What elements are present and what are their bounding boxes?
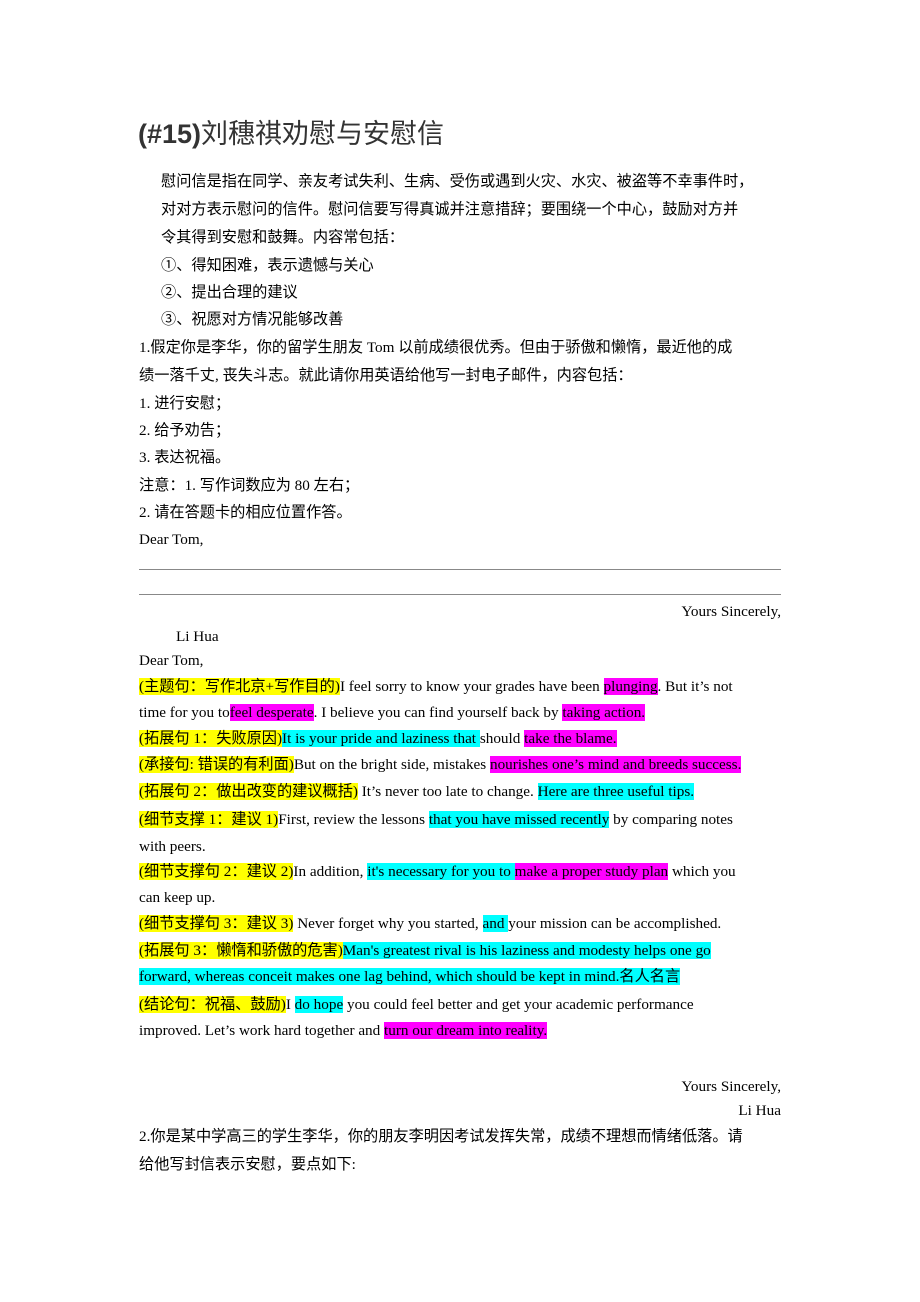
task1-line: 3. 表达祝福。 — [139, 449, 231, 466]
intro-point: ③、祝愿对方情况能够改善 — [161, 311, 344, 328]
task1-line: 1.假定你是李华，你的留学生朋友 Tom 以前成绩很优秀。但由于骄傲和懒惰，最近… — [139, 339, 733, 356]
annotation-label: (拓展句 3：懒惰和骄傲的危害) — [139, 942, 343, 959]
highlight-magenta: take the blame. — [524, 730, 617, 747]
sample-line: (细节支撑句 3：建议 3) Never forget why you star… — [139, 914, 721, 934]
sample-line: with peers. — [139, 837, 206, 857]
sample-line: (拓展句 1：失败原因)It is your pride and lazines… — [139, 729, 617, 749]
sample-line: (主题句：写作北京+写作目的)I feel sorry to know your… — [139, 677, 733, 697]
title-text: 刘穗祺劝慰与安慰信 — [201, 119, 445, 149]
annotation-label: (承接句: 错误的有利面) — [139, 756, 294, 773]
text-run: by comparing notes — [609, 811, 733, 828]
page-title: (#15)刘穗祺劝慰与安慰信 — [138, 112, 444, 151]
highlight-cyan: that you have missed recently — [428, 811, 610, 828]
annotation-label: (细节支撑 1：建议 1) — [139, 811, 279, 828]
sample-signature: Li Hua — [738, 1102, 781, 1119]
highlight-magenta: nourishes one’s mind and breeds success. — [489, 756, 742, 773]
text-run: can keep up. — [139, 889, 216, 906]
highlight-cyan: do hope — [294, 996, 344, 1013]
task1-signature: Li Hua — [176, 628, 219, 645]
highlight-magenta: feel desperate — [229, 704, 314, 721]
sample-line: (细节支撑 1：建议 1)First, review the lessons t… — [139, 810, 733, 830]
title-number: (#15) — [138, 119, 202, 149]
sample-line: (拓展句 3：懒惰和骄傲的危害)Man's greatest rival is … — [139, 941, 711, 961]
sample-line: (拓展句 2：做出改变的建议概括) It’s never too late to… — [139, 782, 695, 802]
highlight-cyan: forward, whereas conceit makes one lag b… — [139, 968, 681, 985]
sample-line: time for you tofeel desperate. I believe… — [139, 703, 646, 723]
task2-line: 2.你是某中学高三的学生李华，你的朋友李明因考试发挥失常，成绩不理想而情绪低落。… — [139, 1128, 743, 1145]
task1-line: 2. 请在答题卡的相应位置作答。 — [139, 504, 352, 521]
answer-line — [139, 594, 781, 595]
task1-line: 1. 进行安慰； — [139, 395, 231, 412]
text-run: In addition, — [293, 863, 368, 880]
text-run: with peers. — [139, 838, 206, 855]
text-run: But on the bright side, mistakes — [293, 756, 490, 773]
text-run: It’s never too late to change. — [357, 783, 538, 800]
text-run: Never forget why you started, — [293, 915, 483, 932]
text-run: I feel sorry to know your grades have be… — [339, 678, 604, 695]
highlight-cyan: It is your pride and laziness that — [282, 730, 480, 747]
sample-line: (细节支撑句 2：建议 2)In addition, it's necessar… — [139, 862, 736, 882]
task1-closing: Yours Sincerely, — [681, 603, 781, 620]
sample-salutation: Dear Tom, — [139, 652, 204, 669]
intro-point: ①、得知困难，表示遗憾与关心 — [161, 257, 374, 274]
highlight-magenta: turn our dream into reality. — [384, 1022, 548, 1039]
task1-line: 注意：1. 写作词数应为 80 左右； — [139, 477, 360, 494]
task1-salutation: Dear Tom, — [139, 531, 204, 548]
document-page: (#15)刘穗祺劝慰与安慰信 慰问信是指在同学、亲友考试失利、生病、受伤或遇到火… — [0, 0, 920, 1302]
task2-line: 给他写封信表示安慰，要点如下: — [139, 1156, 356, 1173]
highlight-magenta: taking action. — [562, 704, 646, 721]
annotation-label: (细节支撑句 3：建议 3) — [139, 915, 294, 932]
annotation-label: (细节支撑句 2：建议 2) — [139, 863, 294, 880]
text-run: First, review the lessons — [278, 811, 429, 828]
highlight-cyan: it's necessary for you to — [367, 863, 515, 880]
sample-closing: Yours Sincerely, — [681, 1078, 781, 1095]
sample-line: improved. Let’s work hard together and t… — [139, 1021, 548, 1041]
text-run: I — [285, 996, 295, 1013]
text-run: time for you to — [139, 704, 230, 721]
annotation-label: (主题句：写作北京+写作目的) — [139, 678, 340, 695]
sample-line: (结论句：祝福、鼓励)I do hope you could feel bett… — [139, 995, 694, 1015]
sample-line: (承接句: 错误的有利面)But on the bright side, mis… — [139, 755, 742, 775]
intro-line: 令其得到安慰和鼓舞。内容常包括： — [161, 229, 404, 246]
highlight-magenta: make a proper study plan — [514, 863, 669, 880]
answer-line — [139, 569, 781, 570]
text-run: should — [479, 730, 525, 747]
highlight-cyan: Here are three useful tips. — [537, 783, 695, 800]
highlight-cyan: and — [482, 915, 509, 932]
text-run: . But it’s not — [657, 678, 733, 695]
text-run: your mission can be accomplished. — [508, 915, 722, 932]
intro-line: 对对方表示慰问的信件。慰问信要写得真诚并注意措辞；要围绕一个中心，鼓励对方并 — [161, 201, 739, 218]
sample-line: can keep up. — [139, 888, 215, 908]
annotation-label: (拓展句 1：失败原因) — [139, 730, 283, 747]
highlight-cyan: Man's greatest rival is his laziness and… — [342, 942, 711, 959]
sample-line: forward, whereas conceit makes one lag b… — [139, 967, 681, 987]
text-run: improved. Let’s work hard together and — [139, 1022, 385, 1039]
intro-point: ②、提出合理的建议 — [161, 284, 298, 301]
annotation-label: (拓展句 2：做出改变的建议概括) — [139, 783, 358, 800]
task1-line: 2. 给予劝告； — [139, 422, 231, 439]
task1-line: 绩一落千丈, 丧失斗志。就此请你用英语给他写一封电子邮件，内容包括： — [139, 367, 633, 384]
text-run: which you — [668, 863, 736, 880]
text-run: you could feel better and get your acade… — [343, 996, 694, 1013]
text-run: . I believe you can find yourself back b… — [313, 704, 563, 721]
annotation-label: (结论句：祝福、鼓励) — [139, 996, 286, 1013]
highlight-magenta: plunging — [603, 678, 658, 695]
intro-line: 慰问信是指在同学、亲友考试失利、生病、受伤或遇到火灾、水灾、被盗等不幸事件时， — [161, 173, 754, 190]
